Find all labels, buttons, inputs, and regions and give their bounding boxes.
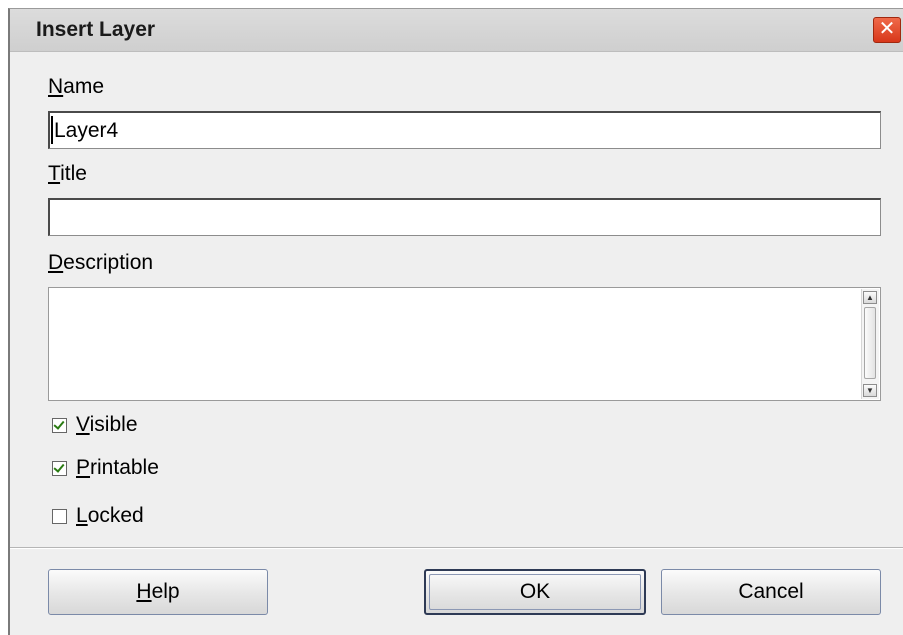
printable-option[interactable]: Printable xyxy=(52,455,159,481)
printable-label: Printable xyxy=(76,456,159,479)
title-bar[interactable]: Insert Layer ✕ xyxy=(10,9,903,52)
visible-option[interactable]: Visible xyxy=(52,412,138,438)
locked-label: Locked xyxy=(76,504,144,527)
visible-label: Visible xyxy=(76,413,138,436)
visible-checkbox[interactable] xyxy=(52,417,67,433)
scroll-down-icon[interactable]: ▼ xyxy=(863,384,877,397)
locked-checkbox[interactable] xyxy=(52,508,67,524)
button-separator xyxy=(10,547,903,549)
description-textarea[interactable] xyxy=(49,288,853,402)
name-label: Name xyxy=(48,75,105,98)
title-input[interactable] xyxy=(48,198,881,236)
description-label: Description xyxy=(48,251,154,274)
close-button[interactable]: ✕ xyxy=(873,17,901,43)
dialog-title: Insert Layer xyxy=(36,18,156,41)
locked-option[interactable]: Locked xyxy=(52,503,144,529)
cancel-button[interactable]: Cancel xyxy=(661,569,881,615)
text-cursor xyxy=(51,116,53,144)
help-button[interactable]: Help xyxy=(48,569,268,615)
description-scrollbar[interactable]: ▲ ▼ xyxy=(861,289,879,399)
ok-focus-ring xyxy=(429,574,641,610)
name-input[interactable] xyxy=(48,111,881,149)
printable-checkbox[interactable] xyxy=(52,460,67,476)
insert-layer-dialog: Insert Layer ✕ Name Title Description ▲ … xyxy=(8,8,903,635)
title-label: Title xyxy=(48,162,87,185)
close-icon: ✕ xyxy=(878,18,896,40)
ok-button[interactable]: OK xyxy=(424,569,646,615)
description-box: ▲ ▼ xyxy=(48,287,881,402)
scroll-up-icon[interactable]: ▲ xyxy=(863,291,877,304)
scroll-thumb[interactable] xyxy=(864,307,876,379)
